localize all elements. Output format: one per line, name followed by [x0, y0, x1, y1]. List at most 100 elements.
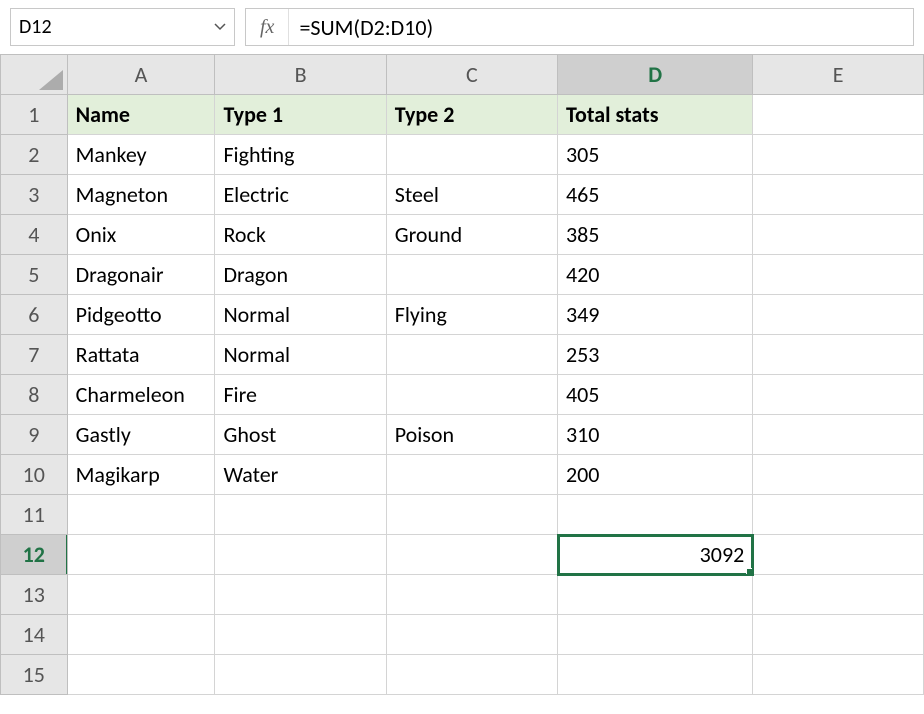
cell-B9[interactable]: Ghost	[215, 415, 386, 455]
cell-D7[interactable]: 253	[558, 335, 753, 375]
row-header-15[interactable]: 15	[1, 655, 68, 695]
cell-B3[interactable]: Electric	[215, 175, 386, 215]
cell-A12[interactable]	[67, 535, 215, 575]
cell-E3[interactable]	[753, 175, 924, 215]
cell-D12-active[interactable]: 3092	[558, 535, 753, 575]
cell-C10[interactable]	[386, 455, 557, 495]
cell-D11[interactable]	[558, 495, 753, 535]
spreadsheet-grid[interactable]: A B C D E 1 Name Type 1 Type 2 Total sta…	[0, 54, 924, 695]
cell-D9[interactable]: 310	[558, 415, 753, 455]
col-header-C[interactable]: C	[386, 55, 557, 95]
cell-A5[interactable]: Dragonair	[67, 255, 215, 295]
name-box-input[interactable]	[11, 11, 234, 43]
cell-C2[interactable]	[386, 135, 557, 175]
cell-C9[interactable]: Poison	[386, 415, 557, 455]
col-header-A[interactable]: A	[67, 55, 215, 95]
cell-E8[interactable]	[753, 375, 924, 415]
cell-C15[interactable]	[386, 655, 557, 695]
cell-A13[interactable]	[67, 575, 215, 615]
row-header-1[interactable]: 1	[1, 95, 68, 135]
cell-B11[interactable]	[215, 495, 386, 535]
row-header-14[interactable]: 14	[1, 615, 68, 655]
cell-B14[interactable]	[215, 615, 386, 655]
cell-E9[interactable]	[753, 415, 924, 455]
row-header-13[interactable]: 13	[1, 575, 68, 615]
cell-E5[interactable]	[753, 255, 924, 295]
cell-B12[interactable]	[215, 535, 386, 575]
cell-A1[interactable]: Name	[67, 95, 215, 135]
cell-B10[interactable]: Water	[215, 455, 386, 495]
cell-B2[interactable]: Fighting	[215, 135, 386, 175]
cell-C5[interactable]	[386, 255, 557, 295]
row-header-6[interactable]: 6	[1, 295, 68, 335]
col-header-B[interactable]: B	[215, 55, 386, 95]
cell-E1[interactable]	[753, 95, 924, 135]
cell-E4[interactable]	[753, 215, 924, 255]
cell-A4[interactable]: Onix	[67, 215, 215, 255]
row-header-10[interactable]: 10	[1, 455, 68, 495]
cell-A11[interactable]	[67, 495, 215, 535]
formula-bar[interactable]: fx	[245, 8, 914, 46]
row-header-2[interactable]: 2	[1, 135, 68, 175]
cell-A10[interactable]: Magikarp	[67, 455, 215, 495]
cell-C14[interactable]	[386, 615, 557, 655]
cell-D10[interactable]: 200	[558, 455, 753, 495]
cell-C4[interactable]: Ground	[386, 215, 557, 255]
cell-C8[interactable]	[386, 375, 557, 415]
cell-A3[interactable]: Magneton	[67, 175, 215, 215]
cell-D15[interactable]	[558, 655, 753, 695]
cell-E10[interactable]	[753, 455, 924, 495]
cell-D6[interactable]: 349	[558, 295, 753, 335]
cell-D1[interactable]: Total stats	[558, 95, 753, 135]
cell-C1[interactable]: Type 2	[386, 95, 557, 135]
row-header-7[interactable]: 7	[1, 335, 68, 375]
cell-A7[interactable]: Rattata	[67, 335, 215, 375]
cell-C12[interactable]	[386, 535, 557, 575]
row-header-11[interactable]: 11	[1, 495, 68, 535]
cell-D5[interactable]: 420	[558, 255, 753, 295]
row-header-3[interactable]: 3	[1, 175, 68, 215]
cell-E6[interactable]	[753, 295, 924, 335]
cell-B4[interactable]: Rock	[215, 215, 386, 255]
row-header-12[interactable]: 12	[1, 535, 68, 575]
cell-C13[interactable]	[386, 575, 557, 615]
cell-D13[interactable]	[558, 575, 753, 615]
select-all-corner[interactable]	[1, 55, 68, 95]
cell-C11[interactable]	[386, 495, 557, 535]
cell-C7[interactable]	[386, 335, 557, 375]
cell-A6[interactable]: Pidgeotto	[67, 295, 215, 335]
cell-E13[interactable]	[753, 575, 924, 615]
cell-D4[interactable]: 385	[558, 215, 753, 255]
cell-E15[interactable]	[753, 655, 924, 695]
cell-B7[interactable]: Normal	[215, 335, 386, 375]
cell-C3[interactable]: Steel	[386, 175, 557, 215]
cell-A2[interactable]: Mankey	[67, 135, 215, 175]
cell-D2[interactable]: 305	[558, 135, 753, 175]
cell-B15[interactable]	[215, 655, 386, 695]
cell-B6[interactable]: Normal	[215, 295, 386, 335]
row-header-8[interactable]: 8	[1, 375, 68, 415]
name-box[interactable]	[10, 8, 235, 46]
cell-A9[interactable]: Gastly	[67, 415, 215, 455]
cell-B8[interactable]: Fire	[215, 375, 386, 415]
cell-D14[interactable]	[558, 615, 753, 655]
cell-B5[interactable]: Dragon	[215, 255, 386, 295]
col-header-D[interactable]: D	[558, 55, 753, 95]
cell-D3[interactable]: 465	[558, 175, 753, 215]
cell-E2[interactable]	[753, 135, 924, 175]
cell-E14[interactable]	[753, 615, 924, 655]
cell-B13[interactable]	[215, 575, 386, 615]
cell-C6[interactable]: Flying	[386, 295, 557, 335]
cell-A15[interactable]	[67, 655, 215, 695]
col-header-E[interactable]: E	[753, 55, 924, 95]
cell-A8[interactable]: Charmeleon	[67, 375, 215, 415]
row-header-4[interactable]: 4	[1, 215, 68, 255]
cell-A14[interactable]	[67, 615, 215, 655]
row-header-9[interactable]: 9	[1, 415, 68, 455]
cell-D8[interactable]: 405	[558, 375, 753, 415]
cell-E11[interactable]	[753, 495, 924, 535]
cell-B1[interactable]: Type 1	[215, 95, 386, 135]
row-header-5[interactable]: 5	[1, 255, 68, 295]
formula-input[interactable]	[289, 10, 913, 45]
cell-E12[interactable]	[753, 535, 924, 575]
